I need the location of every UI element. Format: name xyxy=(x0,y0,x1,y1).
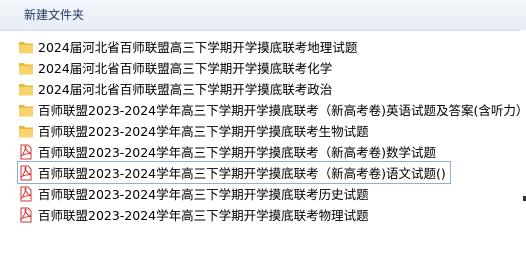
scrollbar[interactable] xyxy=(520,30,526,255)
file-name: 百师联盟2023-2024学年高三下学期开学摸底联考物理试题 xyxy=(38,208,369,223)
pdf-icon xyxy=(18,186,34,202)
file-name: 百师联盟2023-2024学年高三下学期开学摸底联考（新高考卷)数学试题 xyxy=(38,145,437,160)
folder-icon xyxy=(18,60,34,76)
folder-icon xyxy=(18,123,34,139)
file-name: 百师联盟2023-2024学年高三下学期开学摸底联考（新高考卷)英语试题及答案(… xyxy=(38,103,526,118)
file-row-chinese[interactable]: 百师联盟2023-2024学年高三下学期开学摸底联考（新高考卷)语文试题() xyxy=(17,161,451,184)
file-row-english[interactable]: 百师联盟2023-2024学年高三下学期开学摸底联考（新高考卷)英语试题及答案(… xyxy=(18,99,526,120)
file-row-chemistry[interactable]: 2024届河北省百师联盟高三下学期开学摸底联考化学 xyxy=(18,57,332,78)
file-name: 2024届河北省百师联盟高三下学期开学摸底联考地理试题 xyxy=(38,40,358,55)
file-row-math[interactable]: 百师联盟2023-2024学年高三下学期开学摸底联考（新高考卷)数学试题 xyxy=(18,141,436,162)
file-row-geography[interactable]: 2024届河北省百师联盟高三下学期开学摸底联考地理试题 xyxy=(18,36,357,57)
pdf-icon xyxy=(18,165,34,181)
file-name: 2024届河北省百师联盟高三下学期开学摸底联考政治 xyxy=(38,82,333,97)
toolbar: 新建文件夹 xyxy=(0,0,526,31)
pdf-icon xyxy=(18,144,34,160)
file-name: 百师联盟2023-2024学年高三下学期开学摸底联考（新高考卷)语文试题() xyxy=(38,166,446,181)
pdf-icon xyxy=(18,207,34,223)
folder-icon xyxy=(18,39,34,55)
new-folder-button[interactable]: 新建文件夹 xyxy=(18,5,90,25)
folder-icon xyxy=(18,81,34,97)
file-row-physics[interactable]: 百师联盟2023-2024学年高三下学期开学摸底联考物理试题 xyxy=(18,204,369,225)
file-name: 百师联盟2023-2024学年高三下学期开学摸底联考生物试题 xyxy=(38,124,369,139)
folder-icon xyxy=(18,102,34,118)
file-row-biology[interactable]: 百师联盟2023-2024学年高三下学期开学摸底联考生物试题 xyxy=(18,120,369,141)
file-name: 2024届河北省百师联盟高三下学期开学摸底联考化学 xyxy=(38,61,333,76)
file-row-history[interactable]: 百师联盟2023-2024学年高三下学期开学摸底联考历史试题 xyxy=(18,183,369,204)
file-name: 百师联盟2023-2024学年高三下学期开学摸底联考历史试题 xyxy=(38,187,369,202)
file-row-politics[interactable]: 2024届河北省百师联盟高三下学期开学摸底联考政治 xyxy=(18,78,332,99)
